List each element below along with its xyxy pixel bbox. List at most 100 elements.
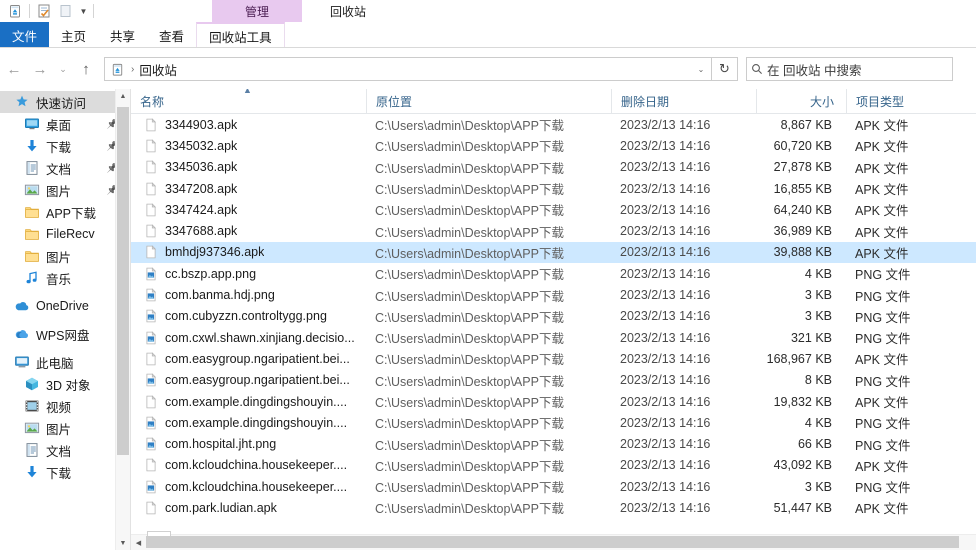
table-row[interactable]: com.park.ludian.apk C:\Users\admin\Deskto… (131, 497, 976, 518)
table-row[interactable]: com.example.dingdingshouyin.... C:\Users\… (131, 412, 976, 433)
table-row[interactable]: com.easygroup.ngaripatient.bei... C:\User… (131, 348, 976, 369)
sidebar-item-5[interactable]: APP下载 (0, 201, 130, 223)
tab-share[interactable]: 共享 (98, 22, 147, 48)
forward-button[interactable]: → (28, 57, 52, 81)
up-button[interactable]: ↑ (74, 57, 98, 81)
png-file-icon (144, 287, 158, 303)
horizontal-scrollbar[interactable]: ◀ (131, 531, 976, 550)
ribbon-divider (0, 47, 976, 48)
tab-recycle-bin-tools[interactable]: 回收站工具 (196, 22, 285, 48)
table-row[interactable]: com.cubyzzn.controltygg.png C:\Users\admi… (131, 306, 976, 327)
sidebar-item-label: 文档 (46, 444, 72, 459)
sidebar-item-12[interactable]: 3D 对象 (0, 373, 130, 395)
sidebar-item-8[interactable]: 音乐 (0, 267, 130, 289)
table-row[interactable]: 3347424.apk C:\Users\admin\Desktop\APP下载 2… (131, 199, 976, 220)
table-row[interactable]: com.banma.hdj.png C:\Users\admin\Desktop\… (131, 284, 976, 305)
table-row[interactable]: 3347688.apk C:\Users\admin\Desktop\APP下载 2… (131, 220, 976, 241)
scroll-down-arrow-icon[interactable]: ▼ (116, 536, 130, 550)
sidebar-item-0[interactable]: 快速访问 (0, 91, 130, 113)
table-row[interactable]: cc.bszp.app.png C:\Users\admin\Desktop\AP… (131, 263, 976, 284)
back-button[interactable]: ← (2, 57, 26, 81)
cell-type: APK 文件 (855, 183, 909, 198)
table-row[interactable]: com.hospital.jht.png C:\Users\admin\Deskt… (131, 433, 976, 454)
sidebar-item-2[interactable]: 下载 📌 (0, 135, 130, 157)
address-bar[interactable]: › 回收站 ⌄ (104, 57, 712, 81)
scroll-left-arrow-icon[interactable]: ◀ (131, 535, 146, 550)
cell-type: APK 文件 (855, 459, 909, 474)
tab-home[interactable]: 主页 (49, 22, 98, 48)
tab-view[interactable]: 查看 (147, 22, 196, 48)
cell-origin: C:\Users\admin\Desktop\APP下载 (375, 481, 564, 496)
properties-icon[interactable] (36, 3, 52, 19)
chevron-down-icon[interactable]: ▼ (77, 3, 90, 19)
sidebar-item-13[interactable]: 视频 (0, 395, 130, 417)
column-header-date[interactable]: 删除日期 (611, 89, 756, 113)
breadcrumb-recycle-bin[interactable]: 回收站 (139, 60, 177, 79)
tab-file[interactable]: 文件 (0, 22, 50, 48)
download-icon (24, 464, 40, 480)
document-icon (24, 442, 40, 458)
toolbar-divider-2 (93, 4, 94, 18)
desktop-icon (24, 116, 40, 132)
scroll-up-arrow-icon[interactable]: ▲ (116, 89, 130, 103)
table-row[interactable]: 3345032.apk C:\Users\admin\Desktop\APP下载 2… (131, 135, 976, 156)
cell-date: 2023/2/13 14:16 (620, 266, 711, 281)
png-file-icon (144, 415, 158, 431)
file-name: com.hospital.jht.png (165, 437, 277, 452)
refresh-button[interactable]: ↻ (712, 57, 738, 81)
generic-file-icon (144, 500, 158, 516)
file-name: 3345036.apk (165, 160, 238, 175)
recycle-bin-icon[interactable] (7, 3, 23, 19)
cell-name: 3347208.apk (131, 181, 366, 197)
recent-locations-button[interactable]: ⌄ (54, 57, 72, 81)
horizontal-scroll-track[interactable] (146, 535, 976, 550)
address-history-chevron-icon[interactable]: ⌄ (691, 65, 711, 74)
table-row[interactable]: com.cxwl.shawn.xinjiang.decisio... C:\Use… (131, 327, 976, 348)
png-file-icon (144, 436, 158, 452)
download-icon (24, 138, 40, 154)
search-box[interactable]: 在 回收站 中搜索 (746, 57, 953, 81)
quick-access-toolbar: ▼ (0, 0, 97, 22)
sidebar-item-15[interactable]: 文档 (0, 439, 130, 461)
sidebar-item-4[interactable]: 图片 📌 (0, 179, 130, 201)
table-row[interactable]: 3347208.apk C:\Users\admin\Desktop\APP下载 2… (131, 178, 976, 199)
cell-type: APK 文件 (855, 140, 909, 155)
table-row[interactable]: 3345036.apk C:\Users\admin\Desktop\APP下载 2… (131, 157, 976, 178)
sidebar-item-11[interactable]: 此电脑 (0, 351, 130, 373)
sidebar-item-1[interactable]: 桌面 📌 (0, 113, 130, 135)
breadcrumb-separator[interactable]: › (131, 64, 134, 75)
cell-date: 2023/2/13 14:16 (620, 458, 711, 473)
column-header-type[interactable]: 项目类型 (846, 89, 956, 113)
cell-origin: C:\Users\admin\Desktop\APP下载 (375, 459, 564, 474)
cell-origin: C:\Users\admin\Desktop\APP下载 (375, 140, 564, 155)
sidebar-item-14[interactable]: 图片 (0, 417, 130, 439)
file-name: com.example.dingdingshouyin.... (165, 394, 348, 409)
cell-name: com.easygroup.ngaripatient.bei... (131, 351, 366, 367)
file-name: 3347208.apk (165, 181, 238, 196)
cell-date: 2023/2/13 14:16 (620, 500, 711, 515)
sidebar-item-3[interactable]: 文档 📌 (0, 157, 130, 179)
table-row[interactable]: com.kcloudchina.housekeeper.... C:\Users\… (131, 476, 976, 497)
generic-file-icon (144, 223, 158, 239)
sidebar-item-10[interactable]: WPS网盘 (0, 323, 130, 345)
table-row[interactable]: bmhdj937346.apk C:\Users\admin\Desktop\AP… (131, 241, 976, 264)
sidebar-item-16[interactable]: 下载 (0, 461, 130, 483)
table-row[interactable]: com.kcloudchina.housekeeper.... C:\Users\… (131, 455, 976, 476)
table-row[interactable]: 3344903.apk C:\Users\admin\Desktop\APP下载 2… (131, 114, 976, 135)
folder-icon (24, 204, 40, 220)
column-header-origin[interactable]: 原位置 (366, 89, 611, 113)
ribbon-tab-bar: 文件 主页 共享 查看 回收站工具 (0, 22, 976, 49)
column-header-size[interactable]: 大小 (756, 89, 846, 113)
generic-file-icon (144, 244, 158, 260)
column-header-name[interactable]: 名称 ▲ (131, 89, 366, 113)
file-explorer-window: ▼ 管理 回收站 文件 主页 共享 查看 回收站工具 ← → ⌄ ↑ › 回收站… (0, 0, 976, 550)
new-folder-icon[interactable] (58, 3, 74, 19)
table-row[interactable]: com.easygroup.ngaripatient.bei... C:\User… (131, 370, 976, 391)
table-row[interactable]: com.example.dingdingshouyin.... C:\Users\… (131, 391, 976, 412)
sidebar-item-6[interactable]: FileRecv (0, 223, 130, 245)
horizontal-scrollbar-thumb[interactable] (146, 536, 960, 548)
scrollbar-thumb[interactable] (117, 107, 129, 455)
sidebar-item-9[interactable]: OneDrive (0, 295, 130, 317)
sidebar-item-7[interactable]: 图片 (0, 245, 130, 267)
navigation-pane-scrollbar[interactable]: ▲ ▼ (115, 89, 130, 550)
